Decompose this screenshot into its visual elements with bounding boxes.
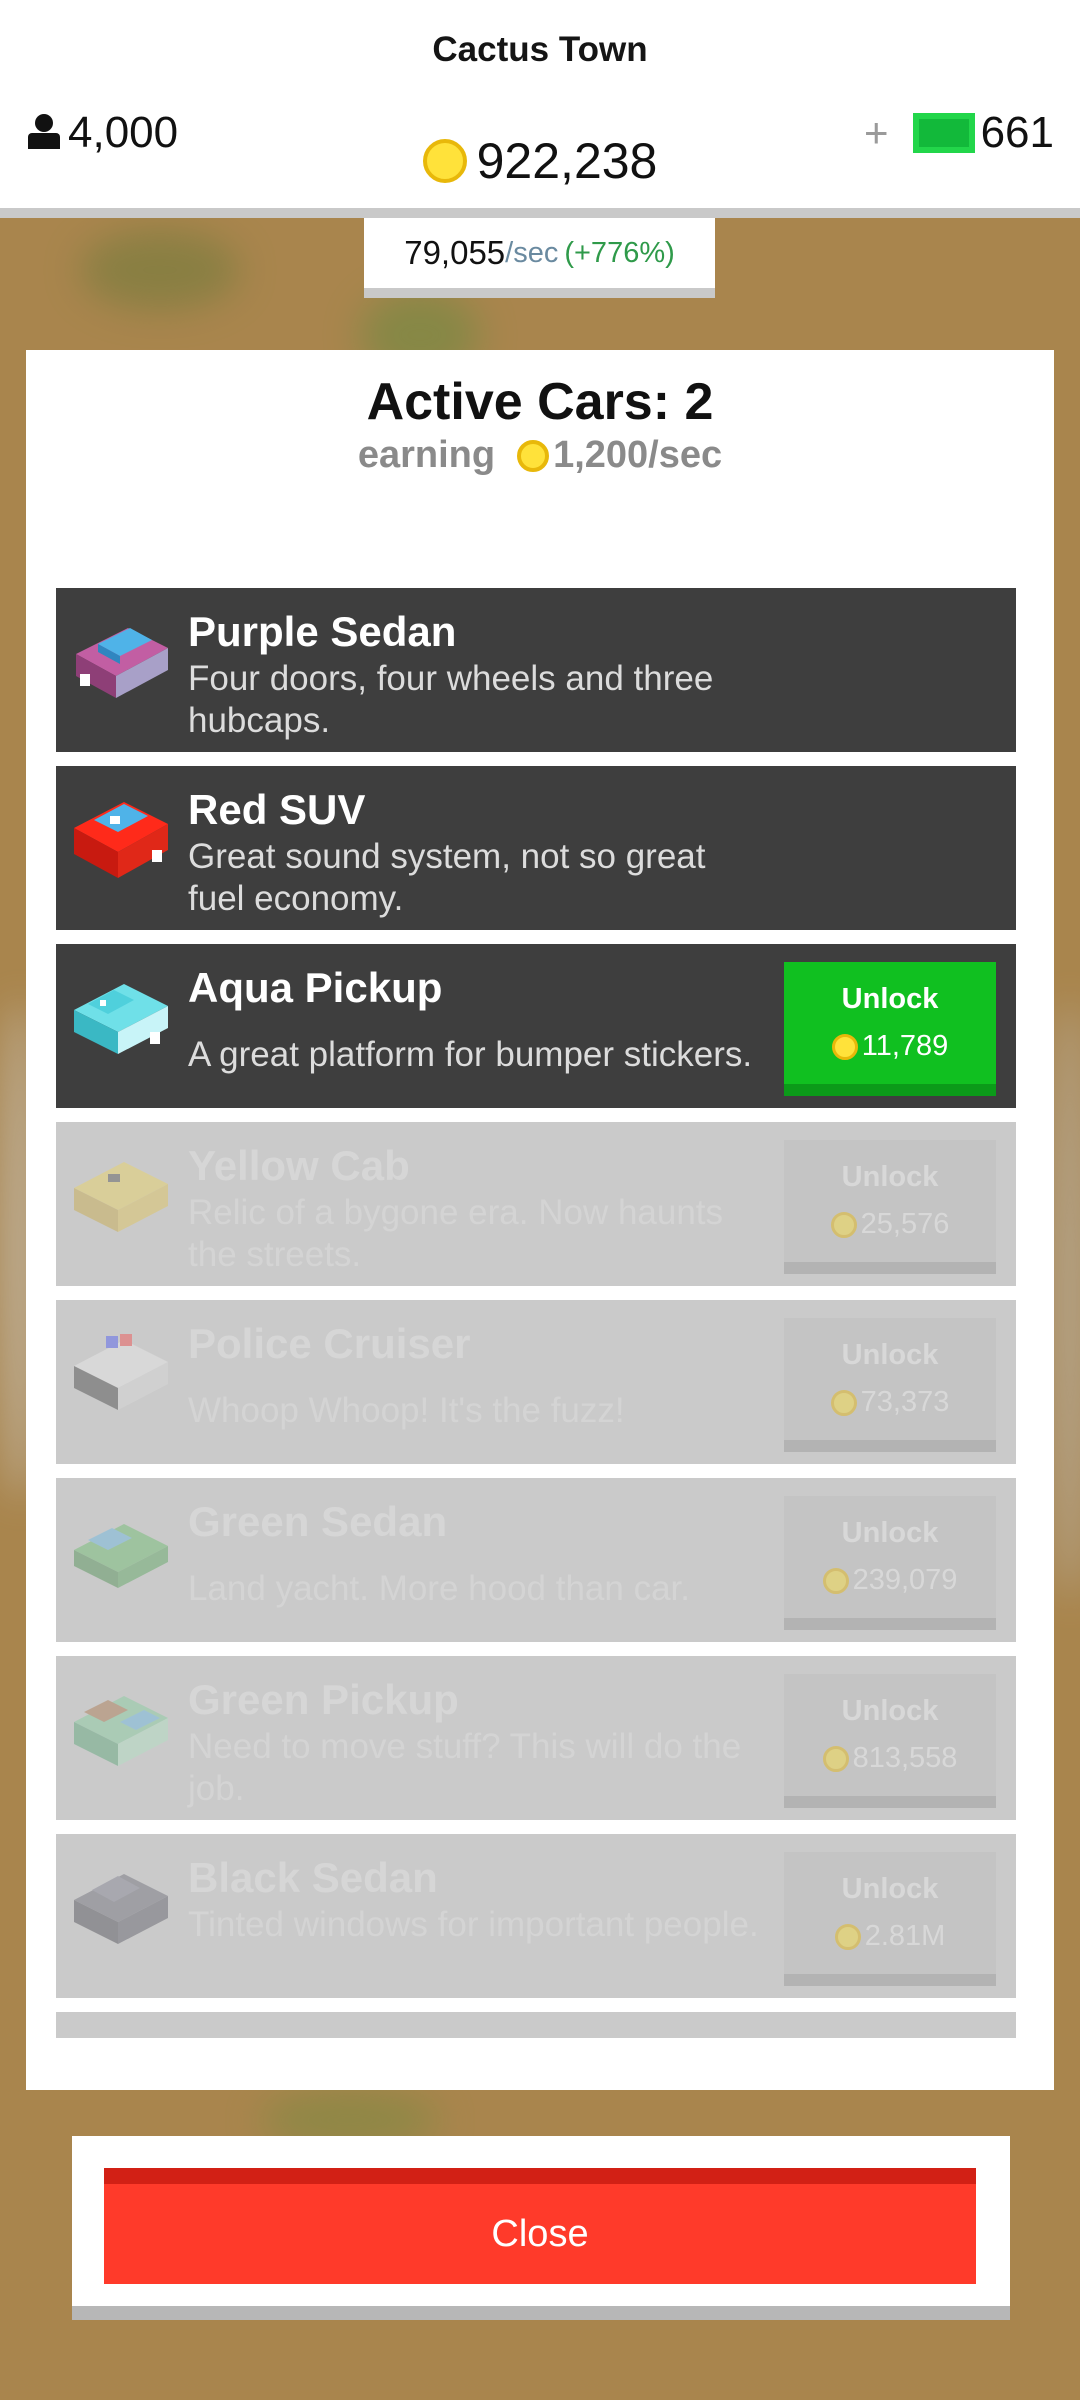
- red-suv-car-icon: [74, 802, 168, 878]
- unlock-price: 2.81M: [834, 1920, 946, 1953]
- close-button[interactable]: Close: [104, 2168, 976, 2284]
- coin-icon: [822, 1745, 849, 1772]
- unlock-price: 11,789: [831, 1030, 949, 1063]
- car-name: Black Sedan: [188, 1854, 438, 1901]
- car-name: Yellow Cab: [188, 1142, 410, 1189]
- cash-icon: [912, 113, 975, 153]
- unlock-price-value: 2.81M: [864, 1920, 946, 1952]
- car-description: Need to move stuff? This will do the job…: [188, 1727, 742, 1808]
- coin-icon: [830, 1211, 857, 1238]
- black-sedan-car-icon: [74, 1874, 168, 1944]
- coin-icon: [822, 1567, 849, 1594]
- coin-icon: [831, 1033, 858, 1060]
- unlock-price-value: 25,576: [860, 1208, 950, 1240]
- coin-icon: [830, 1389, 857, 1416]
- unlock-price-value: 813,558: [852, 1742, 958, 1774]
- top-bar: Cactus Town 4,000 922,238 + 661: [0, 0, 1080, 218]
- car-row-next[interactable]: [56, 2012, 1016, 2038]
- police-cruiser-car-icon: [74, 1334, 168, 1410]
- car-description: A great platform for bumper stickers.: [188, 1035, 753, 1074]
- unlock-aqua-pickup-button[interactable]: Unlock 11,789: [784, 962, 996, 1096]
- coin-icon: [517, 439, 550, 472]
- unlock-price: 25,576: [830, 1208, 950, 1241]
- unlock-label: Unlock: [841, 1339, 939, 1371]
- car-name: Red SUV: [188, 786, 366, 833]
- cash-balance[interactable]: + 661: [864, 108, 1054, 158]
- unlock-yellow-cab-button[interactable]: Unlock 25,576: [784, 1140, 996, 1274]
- income-rate-value: 79,055: [404, 234, 506, 271]
- coin-icon: [834, 1923, 861, 1950]
- unlock-price-value: 73,373: [860, 1386, 950, 1418]
- cars-panel: Active Cars: 2 earning 1,200/sec Purple …: [26, 350, 1054, 2090]
- unlock-label: Unlock: [841, 1517, 939, 1549]
- car-row-black-sedan[interactable]: Black Sedan Tinted windows for important…: [56, 1834, 1016, 1998]
- unlock-label: Unlock: [841, 983, 939, 1015]
- car-name: Green Sedan: [188, 1498, 448, 1545]
- unlock-police-cruiser-button[interactable]: Unlock 73,373: [784, 1318, 996, 1452]
- unlock-price: 73,373: [830, 1386, 950, 1419]
- car-name: Aqua Pickup: [188, 964, 443, 1011]
- background-bush: [80, 230, 240, 310]
- purple-sedan-car-icon: [76, 628, 168, 698]
- panel-earning: earning 1,200/sec: [26, 434, 1054, 477]
- close-bar: Close: [72, 2136, 1010, 2320]
- green-pickup-car-icon: [74, 1696, 168, 1766]
- coin-icon: [422, 139, 467, 183]
- car-name: Purple Sedan: [188, 608, 457, 655]
- income-rate-bonus: (+776%): [564, 236, 675, 269]
- car-row-purple-sedan[interactable]: Purple Sedan Four doors, four wheels and…: [56, 588, 1016, 752]
- car-row-police-cruiser[interactable]: Police Cruiser Whoop Whoop! It's the fuz…: [56, 1300, 1016, 1464]
- panel-title: Active Cars: 2: [366, 373, 714, 431]
- car-description: Four doors, four wheels and three hubcap…: [188, 659, 714, 740]
- background-road: [1050, 1000, 1080, 1600]
- unlock-price: 813,558: [822, 1742, 958, 1775]
- yellow-cab-car-icon: [74, 1162, 168, 1232]
- car-row-yellow-cab[interactable]: Yellow Cab Relic of a bygone era. Now ha…: [56, 1122, 1016, 1286]
- earning-label: earning: [357, 434, 496, 476]
- unlock-label: Unlock: [841, 1873, 939, 1905]
- earning-rate: 1,200/sec: [553, 434, 723, 476]
- car-description: Whoop Whoop! It's the fuzz!: [188, 1391, 625, 1430]
- car-row-green-pickup[interactable]: Green Pickup Need to move stuff? This wi…: [56, 1656, 1016, 1820]
- unlock-price-value: 239,079: [852, 1564, 958, 1596]
- income-rate: 79,055 /sec (+776%): [364, 218, 715, 298]
- car-name: Green Pickup: [188, 1676, 459, 1723]
- cash-value: 661: [980, 108, 1054, 157]
- add-cash-button[interactable]: +: [864, 109, 889, 157]
- car-description: Great sound system, not so great fuel ec…: [188, 837, 706, 918]
- unlock-price: 239,079: [822, 1564, 958, 1597]
- car-row-green-sedan[interactable]: Green Sedan Land yacht. More hood than c…: [56, 1478, 1016, 1642]
- car-description: Relic of a bygone era. Now haunts the st…: [188, 1193, 724, 1274]
- unlock-label: Unlock: [841, 1695, 939, 1727]
- unlock-green-sedan-button[interactable]: Unlock 239,079: [784, 1496, 996, 1630]
- car-row-red-suv[interactable]: Red SUV Great sound system, not so great…: [56, 766, 1016, 930]
- unlock-price-value: 11,789: [861, 1030, 949, 1062]
- car-description: Tinted windows for important people.: [188, 1905, 759, 1944]
- aqua-pickup-car-icon: [74, 984, 168, 1054]
- income-rate-unit: /sec: [505, 236, 559, 269]
- unlock-black-sedan-button[interactable]: Unlock 2.81M: [784, 1852, 996, 1986]
- green-sedan-car-icon: [74, 1524, 168, 1588]
- unlock-green-pickup-button[interactable]: Unlock 813,558: [784, 1674, 996, 1808]
- car-name: Police Cruiser: [188, 1320, 471, 1367]
- car-list[interactable]: Purple Sedan Four doors, four wheels and…: [56, 588, 1016, 2038]
- town-name: Cactus Town: [432, 30, 648, 69]
- unlock-label: Unlock: [841, 1161, 939, 1193]
- car-description: Land yacht. More hood than car.: [188, 1569, 690, 1608]
- car-row-aqua-pickup[interactable]: Aqua Pickup A great platform for bumper …: [56, 944, 1016, 1108]
- coin-balance-value: 922,238: [476, 133, 658, 189]
